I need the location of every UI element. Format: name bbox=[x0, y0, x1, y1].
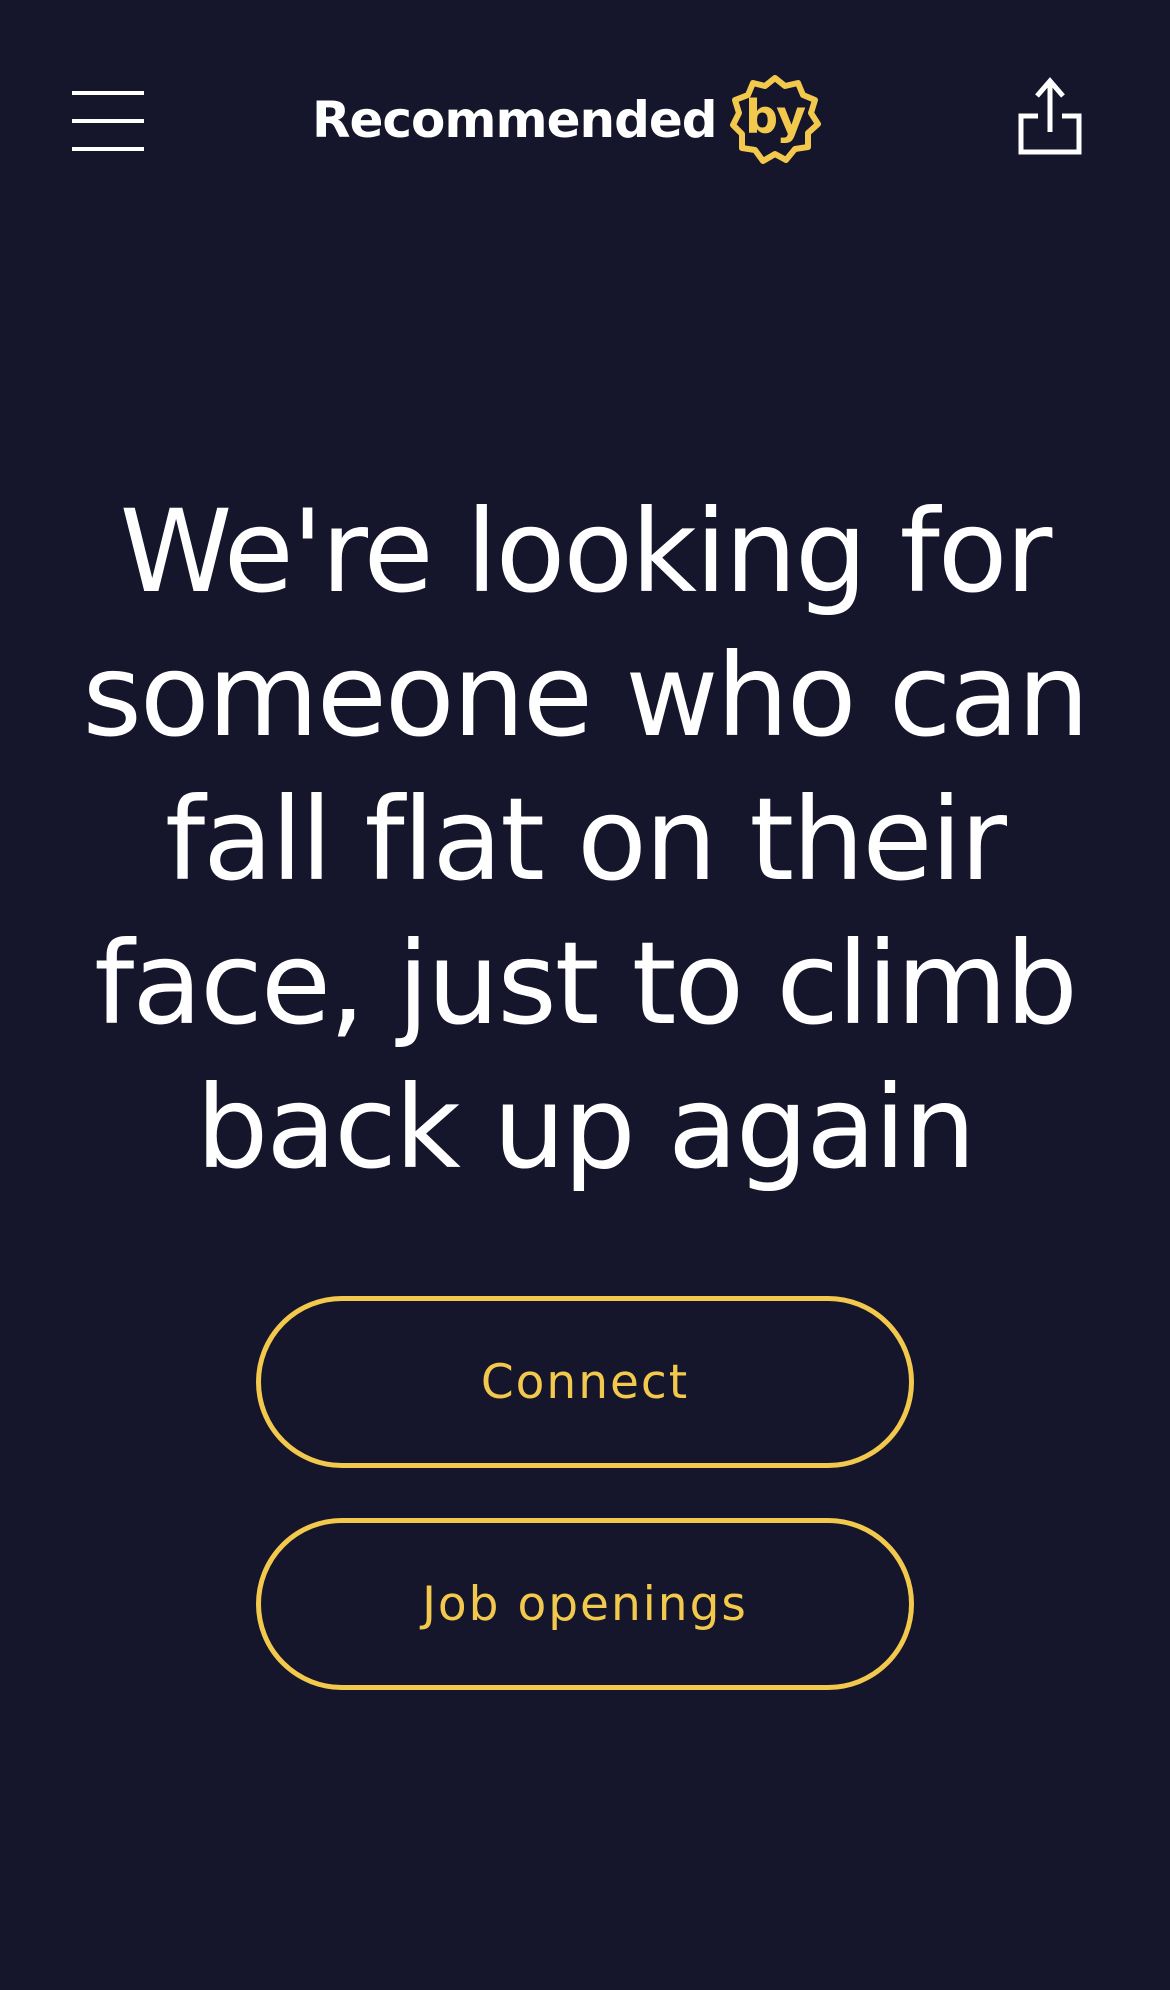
job-openings-button[interactable]: Job openings bbox=[256, 1518, 914, 1690]
logo-badge-text: by bbox=[745, 90, 806, 144]
logo-badge: by bbox=[725, 70, 825, 170]
hero-headline: We're looking for someone who can fall f… bbox=[82, 485, 1090, 1194]
connect-button[interactable]: Connect bbox=[256, 1296, 914, 1468]
menu-button[interactable] bbox=[62, 80, 154, 162]
top-bar: Recommended by bbox=[0, 0, 1170, 240]
hamburger-menu-icon bbox=[72, 91, 144, 151]
share-icon bbox=[1018, 77, 1082, 155]
logo-wordmark: Recommended bbox=[312, 91, 718, 149]
share-button[interactable] bbox=[1010, 76, 1090, 166]
brand-logo[interactable]: Recommended by bbox=[312, 70, 825, 170]
